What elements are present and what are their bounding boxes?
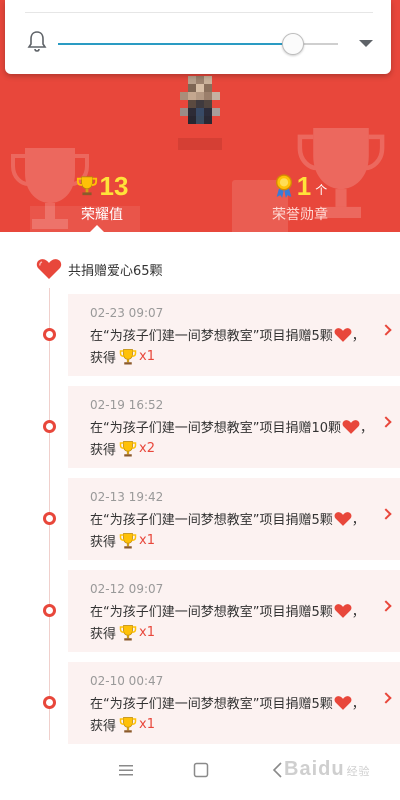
heart-icon <box>334 511 352 526</box>
medal-icon <box>275 174 292 198</box>
record-multiplier: x1 <box>139 533 155 548</box>
record-description: 在“为孩子们建一间梦想教室”项目捐赠5颗 ， <box>90 693 365 712</box>
timeline-dot <box>43 512 56 525</box>
record-text: 在“为孩子们建一间梦想教室”项目捐赠10颗 <box>90 421 342 436</box>
chevron-right-icon[interactable] <box>380 324 392 336</box>
honor-medal-label: 荣誉勋章 <box>272 207 328 223</box>
record-reward: 获得 x1 <box>90 623 155 642</box>
chevron-down-icon[interactable] <box>359 40 373 47</box>
trophy-icon <box>119 348 137 364</box>
donation-record[interactable]: 02-19 16:52 在“为孩子们建一间梦想教室”项目捐赠10颗 ， 获得 x2 <box>68 386 400 468</box>
donation-record[interactable]: 02-12 09:07 在“为孩子们建一间梦想教室”项目捐赠5颗 ， 获得 x1 <box>68 570 400 652</box>
honor-value: 13 <box>99 170 129 201</box>
donation-record[interactable]: 02-13 19:42 在“为孩子们建一间梦想教室”项目捐赠5颗 ， 获得 x1 <box>68 478 400 560</box>
record-description: 在“为孩子们建一间梦想教室”项目捐赠5颗 ， <box>90 325 365 344</box>
watermark-sub: 经验 <box>346 766 371 778</box>
record-description: 在“为孩子们建一间梦想教室”项目捐赠5颗 ， <box>90 601 365 620</box>
record-text: 在“为孩子们建一间梦想教室”项目捐赠5颗 <box>90 605 333 620</box>
watermark-brand: Baidu <box>284 758 345 780</box>
record-text: 在“为孩子们建一间梦想教室”项目捐赠5颗 <box>90 697 333 712</box>
record-multiplier: x1 <box>139 717 155 732</box>
divider <box>25 12 373 13</box>
record-suffix: ， <box>360 421 374 436</box>
record-description: 在“为孩子们建一间梦想教室”项目捐赠10颗 ， <box>90 417 373 436</box>
trophy-icon <box>119 532 137 548</box>
chevron-right-icon[interactable] <box>380 692 392 704</box>
record-multiplier: x2 <box>139 441 155 456</box>
heart-icon <box>334 603 352 618</box>
record-text: 在“为孩子们建一间梦想教室”项目捐赠5颗 <box>90 329 333 344</box>
watermark-logo: Baidu 经验 <box>284 758 371 781</box>
volume-panel <box>5 0 391 74</box>
record-suffix: ， <box>351 697 365 712</box>
heart-icon <box>342 419 360 434</box>
honor-value-label: 荣耀值 <box>81 207 123 223</box>
avatar[interactable] <box>180 68 220 132</box>
record-multiplier: x1 <box>139 625 155 640</box>
record-suffix: ， <box>351 513 365 528</box>
medal-unit: 个 <box>315 182 328 197</box>
record-reward-label: 获得 <box>90 719 117 734</box>
volume-slider-fill <box>58 43 294 45</box>
record-reward: 获得 x1 <box>90 531 155 550</box>
heart-icon <box>334 327 352 342</box>
heart-icon <box>334 695 352 710</box>
chevron-right-icon[interactable] <box>380 416 392 428</box>
record-description: 在“为孩子们建一间梦想教室”项目捐赠5颗 ， <box>90 509 365 528</box>
record-text: 在“为孩子们建一间梦想教室”项目捐赠5颗 <box>90 513 333 528</box>
record-multiplier: x1 <box>139 349 155 364</box>
record-reward-label: 获得 <box>90 351 117 366</box>
honor-medal-tab[interactable]: 1 个 荣誉勋章 <box>240 170 360 224</box>
record-date: 02-19 16:52 <box>90 398 164 412</box>
donation-record[interactable]: 02-23 09:07 在“为孩子们建一间梦想教室”项目捐赠5颗 ， 获得 x1 <box>68 294 400 376</box>
chevron-right-icon[interactable] <box>380 508 392 520</box>
donation-summary: 共捐赠爱心65颗 <box>36 258 163 280</box>
bell-icon[interactable] <box>27 30 47 52</box>
active-tab-indicator <box>90 225 104 232</box>
record-reward: 获得 x1 <box>90 347 155 366</box>
timeline-dot <box>43 420 56 433</box>
menu-icon[interactable] <box>118 762 134 778</box>
record-suffix: ， <box>351 605 365 620</box>
honor-value-tab[interactable]: 13 荣耀值 <box>52 170 152 224</box>
donation-record[interactable]: 02-10 00:47 在“为孩子们建一间梦想教室”项目捐赠5颗 ， 获得 x1 <box>68 662 400 744</box>
avatar-shadow <box>178 138 222 150</box>
trophy-icon <box>119 440 137 456</box>
trophy-icon <box>76 176 97 196</box>
heart-icon <box>36 259 62 279</box>
volume-slider-thumb[interactable] <box>282 33 305 55</box>
donation-summary-text: 共捐赠爱心65颗 <box>68 263 163 279</box>
chevron-right-icon[interactable] <box>380 600 392 612</box>
home-square-icon[interactable] <box>193 762 209 778</box>
record-suffix: ， <box>351 329 365 344</box>
timeline-dot <box>43 328 56 341</box>
trophy-icon <box>119 624 137 640</box>
record-date: 02-12 09:07 <box>90 582 164 596</box>
record-reward-label: 获得 <box>90 535 117 550</box>
record-reward-label: 获得 <box>90 627 117 642</box>
record-date: 02-23 09:07 <box>90 306 164 320</box>
record-reward-label: 获得 <box>90 443 117 458</box>
record-date: 02-10 00:47 <box>90 674 164 688</box>
record-date: 02-13 19:42 <box>90 490 164 504</box>
trophy-icon <box>119 716 137 732</box>
timeline-dot <box>43 696 56 709</box>
record-reward: 获得 x1 <box>90 715 155 734</box>
medal-count: 1 <box>296 170 312 201</box>
timeline-dot <box>43 604 56 617</box>
record-reward: 获得 x2 <box>90 439 155 458</box>
